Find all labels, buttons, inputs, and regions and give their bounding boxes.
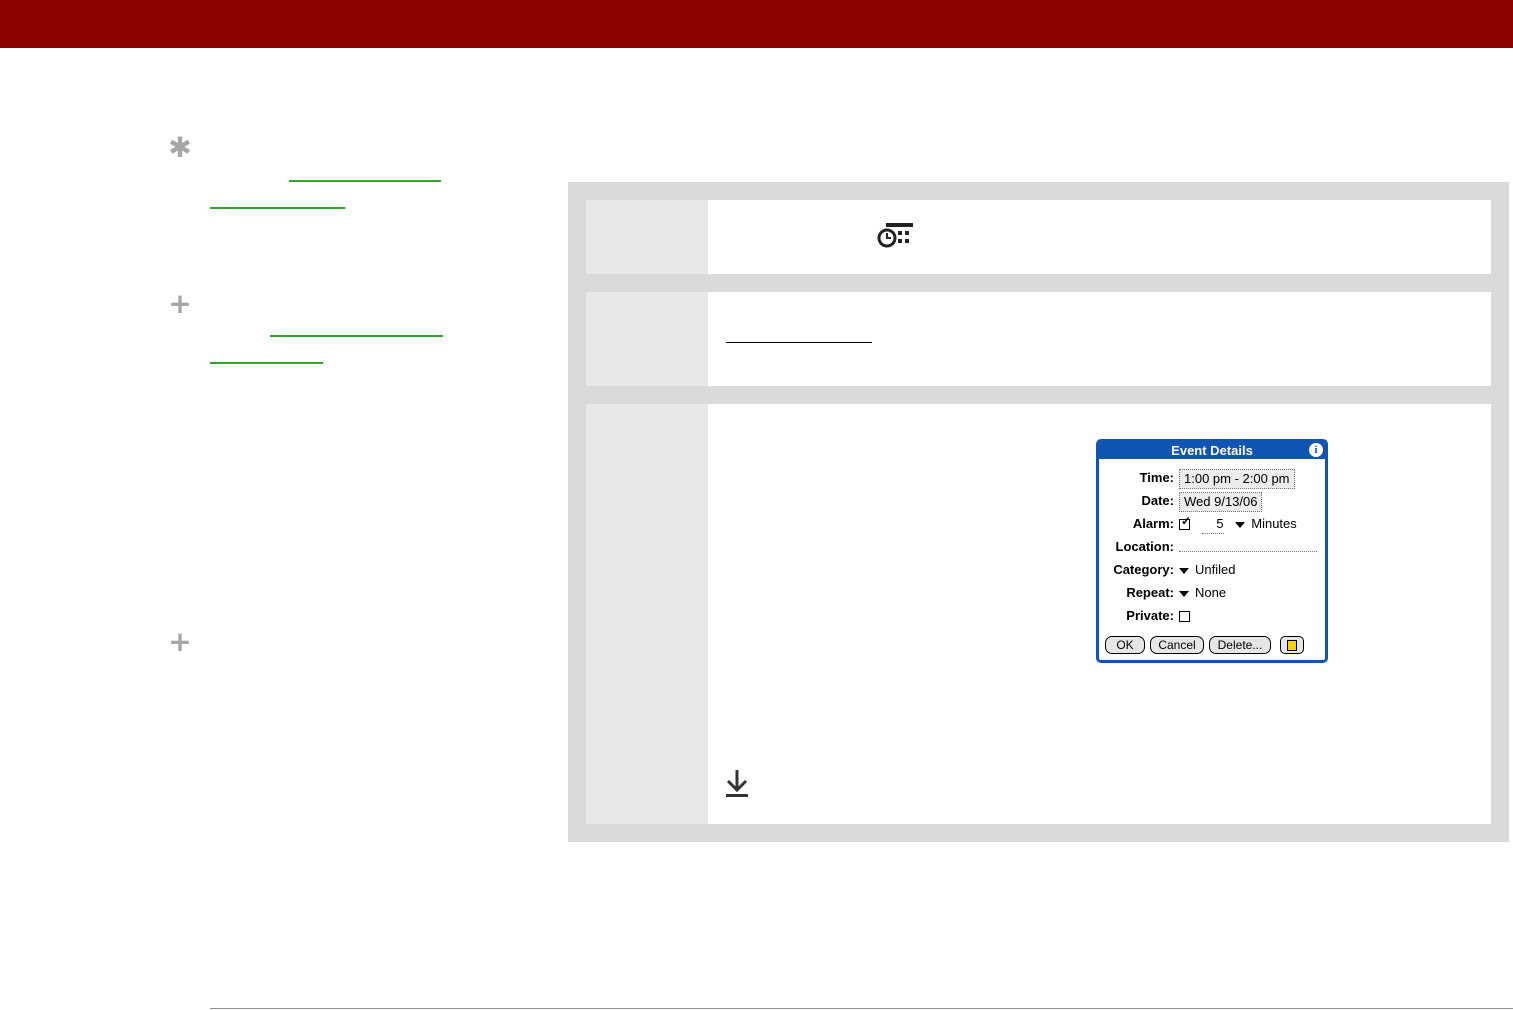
alarm-row: Alarm: ✓ 5 Minutes xyxy=(1099,515,1325,534)
step-number-cell xyxy=(586,292,708,386)
location-row: Location: xyxy=(1099,538,1325,556)
dialog-title: Event Details i xyxy=(1099,442,1325,459)
sidebar-link-2-line2[interactable] xyxy=(210,362,323,364)
header-bar xyxy=(0,0,1513,48)
category-label: Category: xyxy=(1113,562,1174,577)
step-number-cell xyxy=(586,404,708,824)
alarm-amount-field[interactable]: 5 xyxy=(1201,515,1224,534)
repeat-row: Repeat: None xyxy=(1099,584,1325,602)
time-row: Time: 1:00 pm - 2:00 pm xyxy=(1099,469,1325,489)
step-body xyxy=(708,200,1491,274)
sidebar-link-1-line1[interactable] xyxy=(289,180,441,182)
calendar-clock-icon[interactable] xyxy=(876,222,916,250)
date-label: Date: xyxy=(1141,493,1174,508)
repeat-picker[interactable]: None xyxy=(1179,584,1226,602)
footer-rule xyxy=(210,1008,1513,1009)
alarm-checkbox[interactable]: ✓ xyxy=(1179,515,1191,531)
category-row: Category: Unfiled xyxy=(1099,561,1325,579)
note-icon[interactable] xyxy=(1280,636,1304,654)
time-label: Time: xyxy=(1139,470,1174,485)
plus-icon: + xyxy=(168,625,192,658)
step-2 xyxy=(586,292,1491,386)
info-icon[interactable]: i xyxy=(1309,443,1323,457)
download-arrow-icon xyxy=(726,770,748,797)
cancel-button[interactable]: Cancel xyxy=(1150,636,1204,654)
private-checkbox[interactable] xyxy=(1179,611,1190,623)
step-1 xyxy=(586,200,1491,274)
chevron-down-icon xyxy=(1179,567,1189,574)
date-row: Date: Wed 9/13/06 xyxy=(1099,492,1325,512)
alarm-controls: ✓ 5 Minutes xyxy=(1179,515,1297,534)
delete-button[interactable]: Delete... xyxy=(1209,636,1271,654)
private-row: Private: xyxy=(1099,607,1325,625)
chevron-down-icon xyxy=(1179,590,1189,597)
private-label: Private: xyxy=(1126,608,1174,623)
ok-button[interactable]: OK xyxy=(1105,636,1145,654)
time-field[interactable]: 1:00 pm - 2:00 pm xyxy=(1179,469,1295,489)
alarm-unit[interactable]: Minutes xyxy=(1251,516,1297,531)
asterisk-icon: ✱ xyxy=(168,131,192,164)
repeat-label: Repeat: xyxy=(1126,585,1174,600)
category-picker[interactable]: Unfiled xyxy=(1179,561,1235,579)
plus-icon: + xyxy=(168,287,192,320)
event-details-dialog: Event Details i Time: 1:00 pm - 2:00 pm … xyxy=(1096,439,1328,663)
step-link-underline[interactable] xyxy=(726,342,872,343)
step-body xyxy=(708,292,1491,386)
step-3 xyxy=(586,404,1491,824)
location-label: Location: xyxy=(1115,539,1175,554)
private-control xyxy=(1179,607,1190,625)
dialog-title-text: Event Details xyxy=(1171,443,1253,458)
alarm-unit-dropdown-icon[interactable] xyxy=(1235,521,1246,528)
step-number-cell xyxy=(586,200,708,274)
sidebar-link-2-line1[interactable] xyxy=(270,335,443,337)
alarm-label: Alarm: xyxy=(1132,516,1174,531)
date-field[interactable]: Wed 9/13/06 xyxy=(1179,492,1263,512)
repeat-value: None xyxy=(1195,585,1227,600)
category-value: Unfiled xyxy=(1195,562,1236,577)
sidebar-link-1-line2[interactable] xyxy=(210,207,345,209)
location-field[interactable] xyxy=(1179,538,1317,552)
